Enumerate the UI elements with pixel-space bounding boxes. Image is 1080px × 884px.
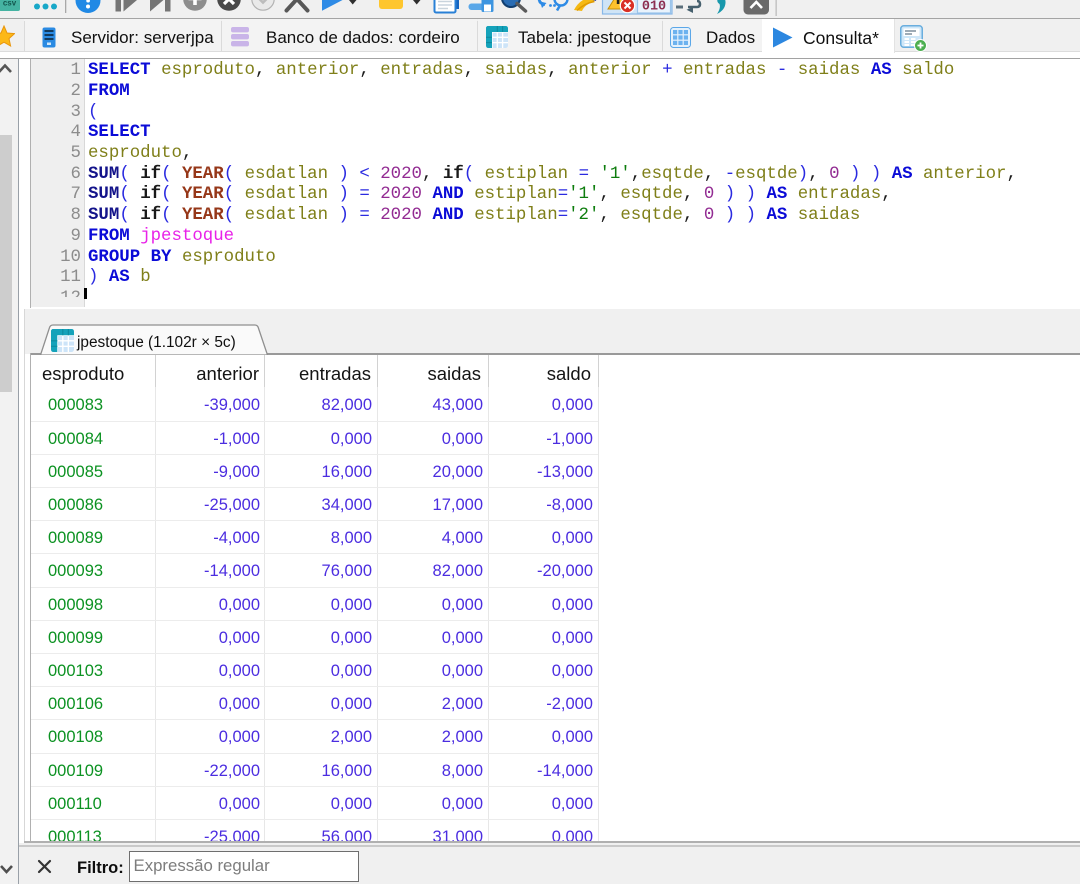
svg-text:csv: csv [3, 0, 17, 8]
svg-text:010: 010 [642, 0, 666, 15]
